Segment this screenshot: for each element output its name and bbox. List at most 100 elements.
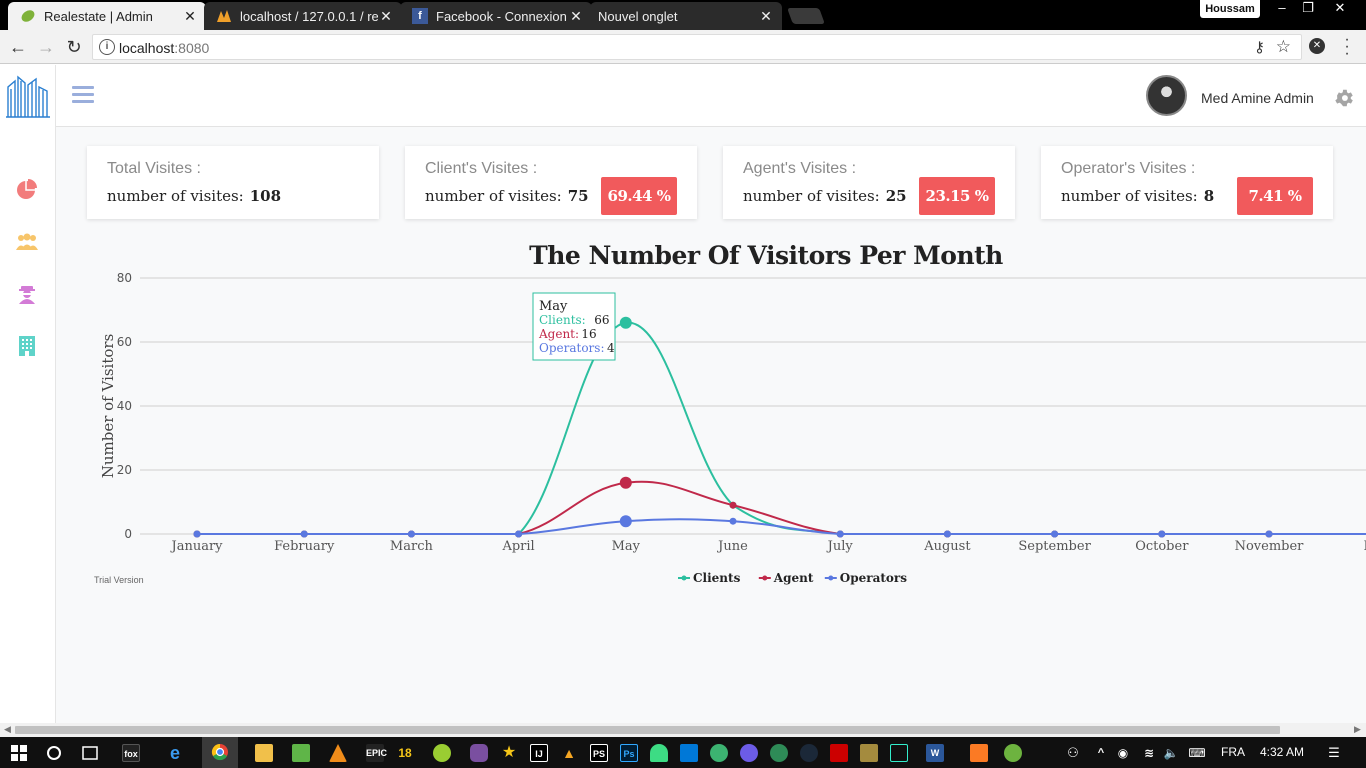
tab-realestate-admin[interactable]: Realestate | Admin ✕: [8, 2, 206, 30]
notifications-icon[interactable]: ☰: [1325, 744, 1343, 762]
address-bar[interactable]: i localhost:8080 ⚷ ☆: [92, 34, 1302, 60]
horizontal-scrollbar[interactable]: ◀ ▶: [0, 723, 1366, 737]
app-icon[interactable]: ▲: [560, 744, 578, 762]
vlc-icon[interactable]: [329, 744, 347, 762]
keyboard-icon[interactable]: ⌨: [1188, 744, 1206, 762]
series-line-clients: [197, 321, 1366, 535]
data-point: [619, 515, 632, 528]
windows-start-icon[interactable]: [11, 745, 27, 761]
back-arrow-icon[interactable]: ←: [6, 35, 30, 59]
data-point: [300, 530, 308, 538]
spring-icon[interactable]: [1004, 744, 1022, 762]
close-window-icon[interactable]: ✕: [1326, 0, 1354, 18]
xampp-icon[interactable]: [970, 744, 988, 762]
close-tab-icon[interactable]: ✕: [182, 8, 198, 25]
tab-title: localhost / 127.0.0.1 / rea: [240, 8, 378, 24]
android-icon[interactable]: [433, 744, 451, 762]
close-tab-icon[interactable]: ✕: [568, 8, 584, 25]
app-icon[interactable]: [710, 744, 728, 762]
scroll-left-icon[interactable]: ◀: [4, 724, 11, 735]
legend-label: Operators: [840, 571, 907, 585]
tab-title: Facebook - Connexion ou: [436, 8, 568, 24]
phpstorm-icon[interactable]: PS: [590, 744, 608, 762]
tab-title: Realestate | Admin: [44, 8, 153, 24]
y-tick-label: 40: [117, 399, 132, 413]
scrollbar-thumb[interactable]: [15, 726, 1280, 734]
browser-menu-icon[interactable]: · · ·: [1344, 32, 1350, 62]
file-explorer-icon[interactable]: [255, 744, 273, 762]
data-point: [193, 530, 201, 538]
chrome-taskbar-button[interactable]: [202, 737, 238, 768]
android-studio-icon[interactable]: [650, 744, 668, 762]
x-tick-label: July: [826, 539, 854, 554]
app-icon[interactable]: [890, 744, 908, 762]
tooltip-label: Clients:: [539, 313, 586, 327]
tooltip-value: 16: [581, 327, 596, 341]
data-point: [407, 530, 415, 538]
data-point: [619, 316, 632, 329]
series-line-operators: [197, 518, 1366, 535]
star-icon[interactable]: ★: [500, 744, 518, 762]
data-point: [515, 530, 523, 538]
intellij-icon[interactable]: IJ: [530, 744, 548, 762]
minimize-icon[interactable]: –: [1268, 0, 1296, 18]
x-tick-label: September: [1018, 539, 1091, 554]
x-tick-label: May: [612, 539, 641, 554]
app-icon[interactable]: [770, 744, 788, 762]
epic-icon[interactable]: EPIC: [366, 744, 387, 762]
steam-tray-icon[interactable]: ◉: [1114, 744, 1132, 762]
steam-icon[interactable]: [800, 744, 818, 762]
scroll-right-icon[interactable]: ▶: [1354, 724, 1361, 735]
app-icon[interactable]: [470, 744, 488, 762]
cortana-icon[interactable]: [46, 745, 62, 761]
edge-icon[interactable]: e: [166, 744, 184, 762]
tooltip-month: May: [539, 299, 568, 314]
windows-taskbar: fox e EPIC 18 ★ IJ ▲ PS Ps W ⚇ ^ ◉ ≋ 🔈 ⌨…: [0, 737, 1366, 768]
volume-icon[interactable]: 🔈: [1162, 744, 1180, 762]
reload-icon[interactable]: ↻: [62, 35, 86, 59]
photoshop-icon[interactable]: Ps: [620, 744, 638, 762]
tooltip-label: Agent:: [538, 327, 579, 341]
word-icon[interactable]: W: [926, 744, 944, 762]
tab-new[interactable]: Nouvel onglet ✕: [590, 2, 782, 30]
chevron-up-icon[interactable]: ^: [1092, 744, 1110, 762]
data-point: [729, 501, 737, 509]
language-indicator[interactable]: FRA: [1221, 745, 1245, 759]
task-view-icon[interactable]: [80, 745, 100, 761]
tooltip-value: 66: [594, 313, 609, 327]
vscode-icon[interactable]: [680, 744, 698, 762]
profile-button[interactable]: Houssam: [1200, 0, 1260, 18]
forward-arrow-icon[interactable]: →: [34, 35, 58, 59]
clock[interactable]: 4:32 AM: [1260, 745, 1304, 759]
facebook-icon: f: [412, 8, 428, 24]
app-icon[interactable]: [830, 744, 848, 762]
people-icon[interactable]: ⚇: [1064, 744, 1082, 762]
tab-facebook[interactable]: f Facebook - Connexion ou ✕: [400, 2, 592, 30]
key-icon[interactable]: ⚷: [1254, 38, 1265, 56]
browser-tab-strip: Realestate | Admin ✕ localhost / 127.0.0…: [0, 0, 1366, 30]
x-tick-label: February: [274, 539, 335, 554]
chrome-icon: [211, 743, 228, 761]
leaf-icon: [20, 8, 36, 24]
close-tab-icon[interactable]: ✕: [758, 8, 774, 25]
tab-title: Nouvel onglet: [598, 8, 678, 24]
app-icon[interactable]: [860, 744, 878, 762]
bookmark-star-icon[interactable]: ☆: [1276, 37, 1291, 57]
new-tab-button[interactable]: [787, 8, 825, 24]
info-icon[interactable]: i: [99, 39, 115, 55]
app-icon[interactable]: 18: [396, 744, 414, 762]
data-point: [1158, 530, 1166, 538]
wifi-icon[interactable]: ≋: [1140, 744, 1158, 762]
app-icon[interactable]: fox: [122, 744, 140, 762]
tab-phpmyadmin[interactable]: localhost / 127.0.0.1 / rea ✕: [204, 2, 402, 30]
legend-label: Agent: [773, 571, 814, 585]
close-tab-icon[interactable]: ✕: [378, 8, 394, 25]
y-tick-label: 20: [117, 463, 132, 477]
y-tick-label: 60: [117, 335, 132, 349]
app-icon[interactable]: [740, 744, 758, 762]
trial-version-label: Trial Version: [94, 575, 144, 585]
app-icon[interactable]: [292, 744, 310, 762]
data-point: [943, 530, 951, 538]
extension-icon[interactable]: ✕: [1309, 38, 1325, 54]
restore-icon[interactable]: ❐: [1294, 0, 1322, 18]
